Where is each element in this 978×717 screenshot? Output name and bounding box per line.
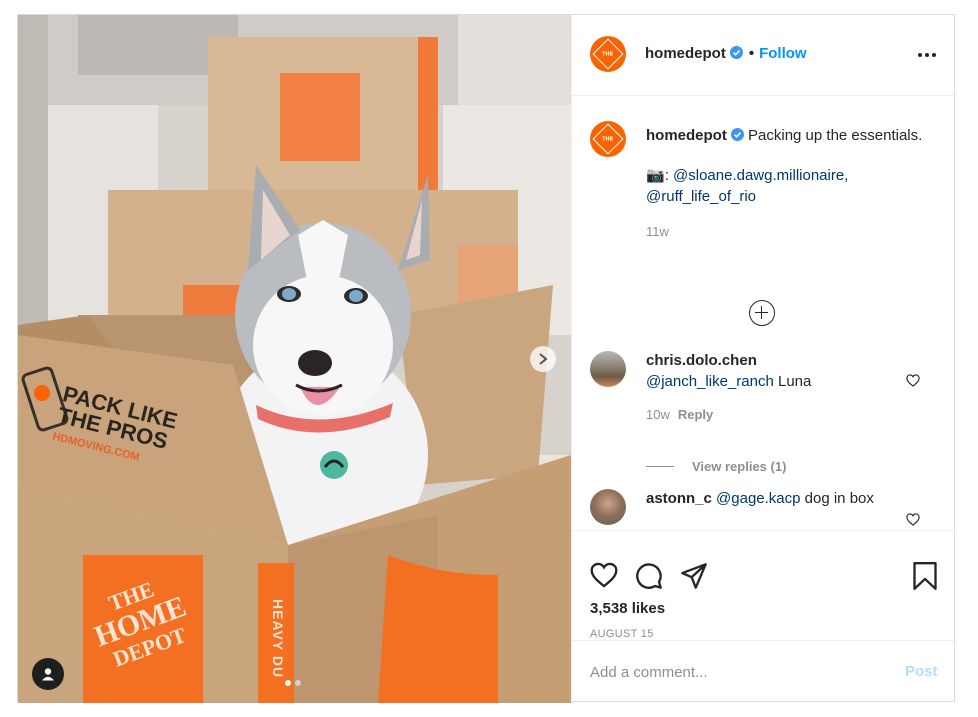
post-details-panel: THE homedepot • Follow THE homedepot Packi… — [571, 15, 957, 703]
post-date[interactable]: AUGUST 15 — [590, 628, 654, 640]
author-avatar[interactable]: THE — [590, 36, 626, 72]
comment-1-username[interactable]: chris.dolo.chen — [646, 352, 757, 369]
add-comment-bar: Post — [572, 640, 957, 703]
box-side-text: HEAVY DU — [270, 599, 286, 679]
carousel-dot-2 — [295, 680, 301, 686]
comment-1-time: 10w — [646, 407, 670, 422]
view-replies-button[interactable]: View replies (1) — [646, 459, 786, 474]
view-replies-line — [646, 466, 674, 467]
comment-1: chris.dolo.chen @janch_like_ranch Luna 1… — [646, 350, 906, 425]
caption-time: 11w — [646, 224, 669, 239]
likes-count[interactable]: 3,538 likes — [590, 600, 665, 617]
caption-credits: 📷: @sloane.dawg.millionaire, @ruff_life_… — [646, 165, 936, 207]
caption-username[interactable]: homedepot — [646, 127, 727, 144]
home-depot-logo-icon: THE — [592, 123, 624, 155]
post-caption: homedepot Packing up the essentials. 📷: … — [646, 125, 936, 242]
comment-2: astonn_c @gage.kacp dog in box — [646, 488, 906, 509]
header-separator: • — [748, 45, 755, 62]
comment-2-username[interactable]: astonn_c — [646, 490, 712, 507]
chevron-right-icon — [539, 353, 548, 365]
comment-2-text: dog in box — [804, 490, 874, 507]
comments-section: THE homedepot Packing up the essentials.… — [572, 97, 957, 529]
header-author: homedepot • Follow — [645, 45, 807, 62]
caption-avatar[interactable]: THE — [590, 121, 626, 157]
comment-2-mention[interactable]: @gage.kacp — [716, 490, 800, 507]
more-options-icon[interactable] — [918, 53, 936, 57]
caption-text: Packing up the essentials. — [748, 127, 923, 144]
commenter-avatar[interactable] — [590, 489, 626, 525]
comment-1-like-heart-icon[interactable] — [906, 374, 920, 387]
carousel-dot-1 — [285, 680, 291, 686]
load-more-comments-button[interactable] — [749, 300, 775, 326]
post-header: THE homedepot • Follow — [572, 15, 957, 96]
comment-2-like-heart-icon[interactable] — [906, 513, 920, 526]
comment-1-mention[interactable]: @janch_like_ranch — [646, 373, 774, 390]
tagged-users-button[interactable] — [32, 658, 64, 690]
post-dialog: PACK LIKE THE PROS HDMOVING.COM THE HOME… — [17, 14, 957, 703]
post-actions: 3,538 likes AUGUST 15 — [572, 530, 957, 640]
user-icon — [42, 668, 54, 681]
share-send-icon[interactable] — [680, 562, 708, 590]
like-heart-icon[interactable] — [590, 562, 618, 588]
verified-badge-icon — [729, 46, 743, 59]
author-username[interactable]: homedepot — [645, 45, 726, 62]
follow-button[interactable]: Follow — [759, 45, 807, 62]
save-bookmark-icon[interactable] — [912, 562, 938, 590]
comment-input[interactable] — [590, 661, 890, 683]
comment-bubble-icon[interactable] — [635, 562, 663, 590]
view-replies-label: View replies (1) — [692, 459, 787, 474]
caption-mention-1[interactable]: @sloane.dawg.millionaire, — [673, 167, 848, 184]
commenter-avatar[interactable] — [590, 351, 626, 387]
post-photo[interactable]: PACK LIKE THE PROS HDMOVING.COM THE HOME… — [18, 15, 571, 703]
home-depot-logo-icon: THE — [592, 38, 624, 70]
carousel-indicator — [285, 680, 301, 686]
comment-1-text: Luna — [777, 373, 812, 390]
post-comment-button[interactable]: Post — [905, 663, 938, 680]
caption-mention-2[interactable]: @ruff_life_of_rio — [646, 188, 756, 205]
camera-emoji: 📷 — [646, 167, 665, 184]
next-photo-button[interactable] — [530, 346, 556, 372]
caption-colon: : — [664, 167, 669, 184]
comment-1-reply-button[interactable]: Reply — [678, 407, 713, 422]
verified-badge-icon — [730, 128, 744, 141]
